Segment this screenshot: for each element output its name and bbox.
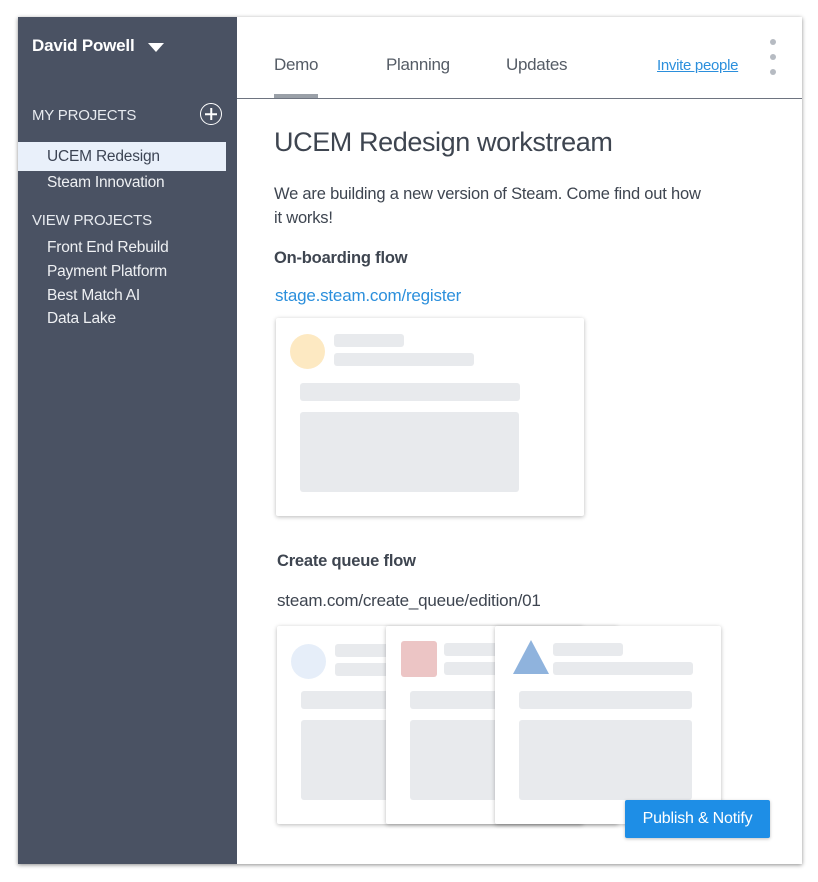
sidebar-item-data-lake[interactable]: Data Lake — [18, 304, 226, 333]
onboarding-preview-card[interactable] — [276, 318, 584, 516]
caret-down-icon — [148, 42, 165, 52]
more-options-icon[interactable] — [767, 39, 779, 79]
avatar-placeholder-icon — [291, 644, 326, 679]
onboarding-flow-heading: On-boarding flow — [274, 249, 408, 267]
tab-planning[interactable]: Planning — [386, 55, 450, 75]
main-content: Demo Planning Updates Invite people UCEM… — [237, 17, 802, 864]
onboarding-flow-link[interactable]: stage.steam.com/register — [275, 286, 461, 306]
user-name: David Powell — [32, 36, 135, 55]
sidebar: David Powell MY PROJECTS UCEM Redesign S… — [18, 17, 237, 864]
user-menu[interactable]: David Powell — [32, 36, 165, 56]
create-queue-flow-heading: Create queue flow — [277, 552, 416, 570]
page-description: We are building a new version of Steam. … — [274, 185, 701, 227]
create-queue-flow-url: steam.com/create_queue/edition/01 — [277, 591, 541, 610]
square-placeholder-icon — [401, 641, 437, 677]
avatar-placeholder-icon — [290, 334, 325, 369]
queue-preview-card-3[interactable] — [495, 626, 721, 824]
invite-people-link[interactable]: Invite people — [657, 57, 738, 74]
tab-bar: Demo Planning Updates Invite people — [237, 17, 802, 99]
tab-demo[interactable]: Demo — [274, 55, 318, 98]
sidebar-item-ucem-redesign[interactable]: UCEM Redesign — [18, 142, 226, 171]
sidebar-item-steam-innovation[interactable]: Steam Innovation — [18, 168, 226, 197]
app-window: David Powell MY PROJECTS UCEM Redesign S… — [18, 17, 802, 864]
triangle-placeholder-icon — [513, 640, 549, 674]
page-title: UCEM Redesign workstream — [274, 127, 613, 157]
add-project-icon[interactable] — [200, 103, 222, 125]
tab-updates[interactable]: Updates — [506, 55, 568, 75]
view-projects-heading: VIEW PROJECTS — [32, 212, 152, 229]
publish-notify-button[interactable]: Publish & Notify — [625, 800, 770, 838]
my-projects-heading: MY PROJECTS — [32, 107, 137, 124]
